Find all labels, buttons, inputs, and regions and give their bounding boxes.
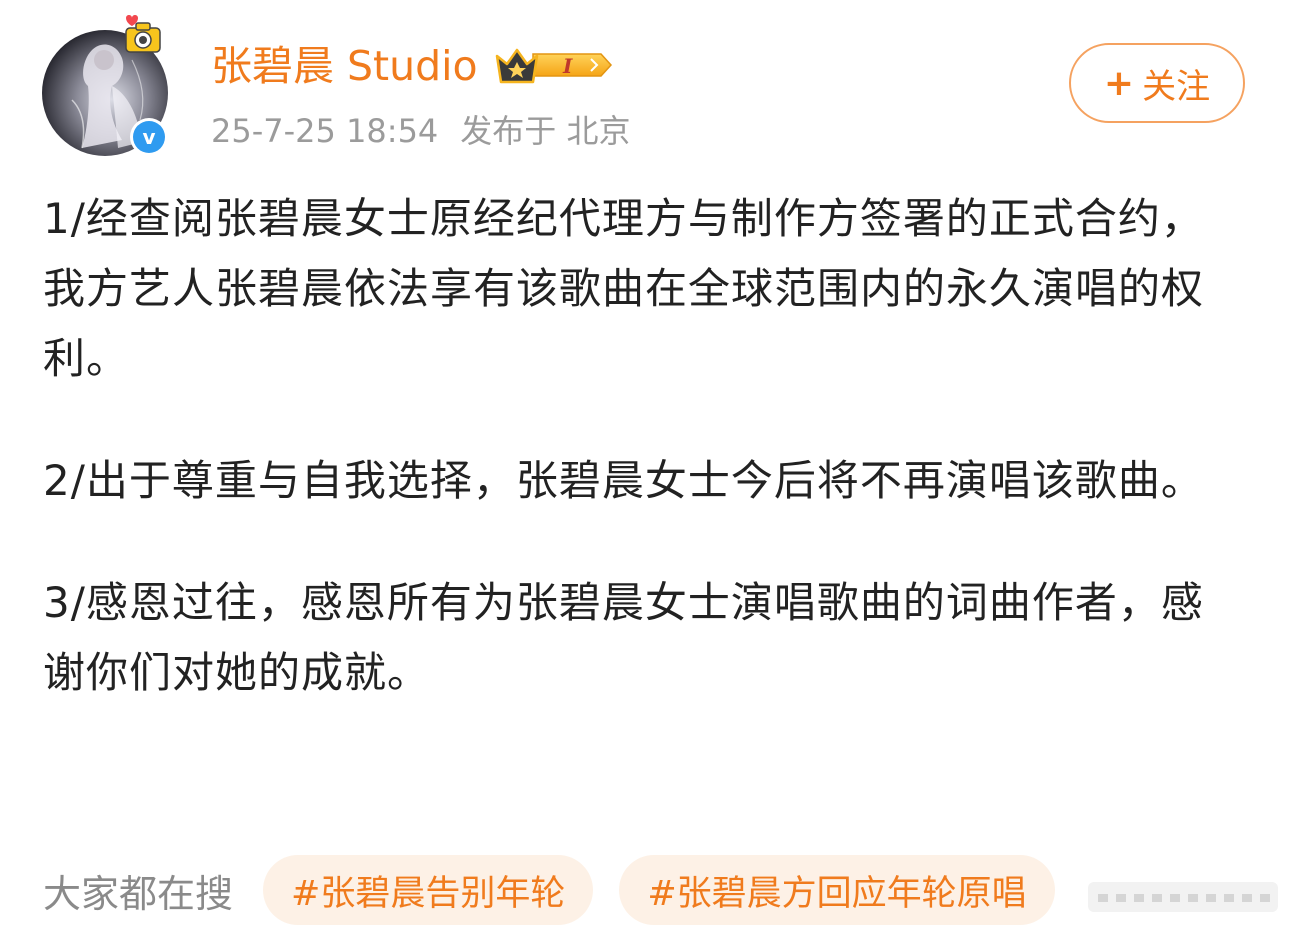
verified-icon: v xyxy=(133,121,165,153)
post-location: 发布于 北京 xyxy=(460,112,631,150)
post-paragraph: 2/出于尊重与自我选择，张碧晨女士今后将不再演唱该歌曲。 xyxy=(43,456,1204,505)
hot-search-tag[interactable]: #张碧晨方回应年轮原唱 xyxy=(619,855,1055,925)
follow-button[interactable]: + 关注 xyxy=(1069,43,1245,123)
post-date: 25-7-25 18:54 xyxy=(211,112,439,150)
camera-sticker-icon xyxy=(125,15,161,53)
hot-search-tag[interactable]: #张碧晨告别年轮 xyxy=(263,855,594,925)
hot-search-bar: 大家都在搜 #张碧晨告别年轮 #张碧晨方回应年轮原唱 xyxy=(43,855,1081,925)
post-body: 1/经查阅张碧晨女士原经纪代理方与制作方签署的正式合约，我方艺人张碧晨依法享有该… xyxy=(43,184,1243,760)
hot-search-label: 大家都在搜 xyxy=(43,871,234,916)
post-header: v 张碧晨 Studio I 25-7-25 18:54 发布于 北京 + 关注 xyxy=(0,0,1290,170)
plus-icon: + xyxy=(1103,62,1135,104)
author-name[interactable]: 张碧晨 Studio xyxy=(211,38,478,94)
post-paragraph: 1/经查阅张碧晨女士原经纪代理方与制作方签署的正式合约，我方艺人张碧晨依法享有该… xyxy=(43,194,1205,383)
verified-badge: v xyxy=(130,118,168,156)
post-meta: 25-7-25 18:54 发布于 北京 xyxy=(211,108,652,154)
member-level: I xyxy=(562,54,573,78)
follow-label: 关注 xyxy=(1142,66,1211,107)
crown-badge-icon[interactable]: I xyxy=(493,42,613,88)
more-icon[interactable] xyxy=(1088,880,1280,914)
post-paragraph: 3/感恩过往，感恩所有为张碧晨女士演唱歌曲的词曲作者，感谢你们对她的成就。 xyxy=(43,578,1204,697)
